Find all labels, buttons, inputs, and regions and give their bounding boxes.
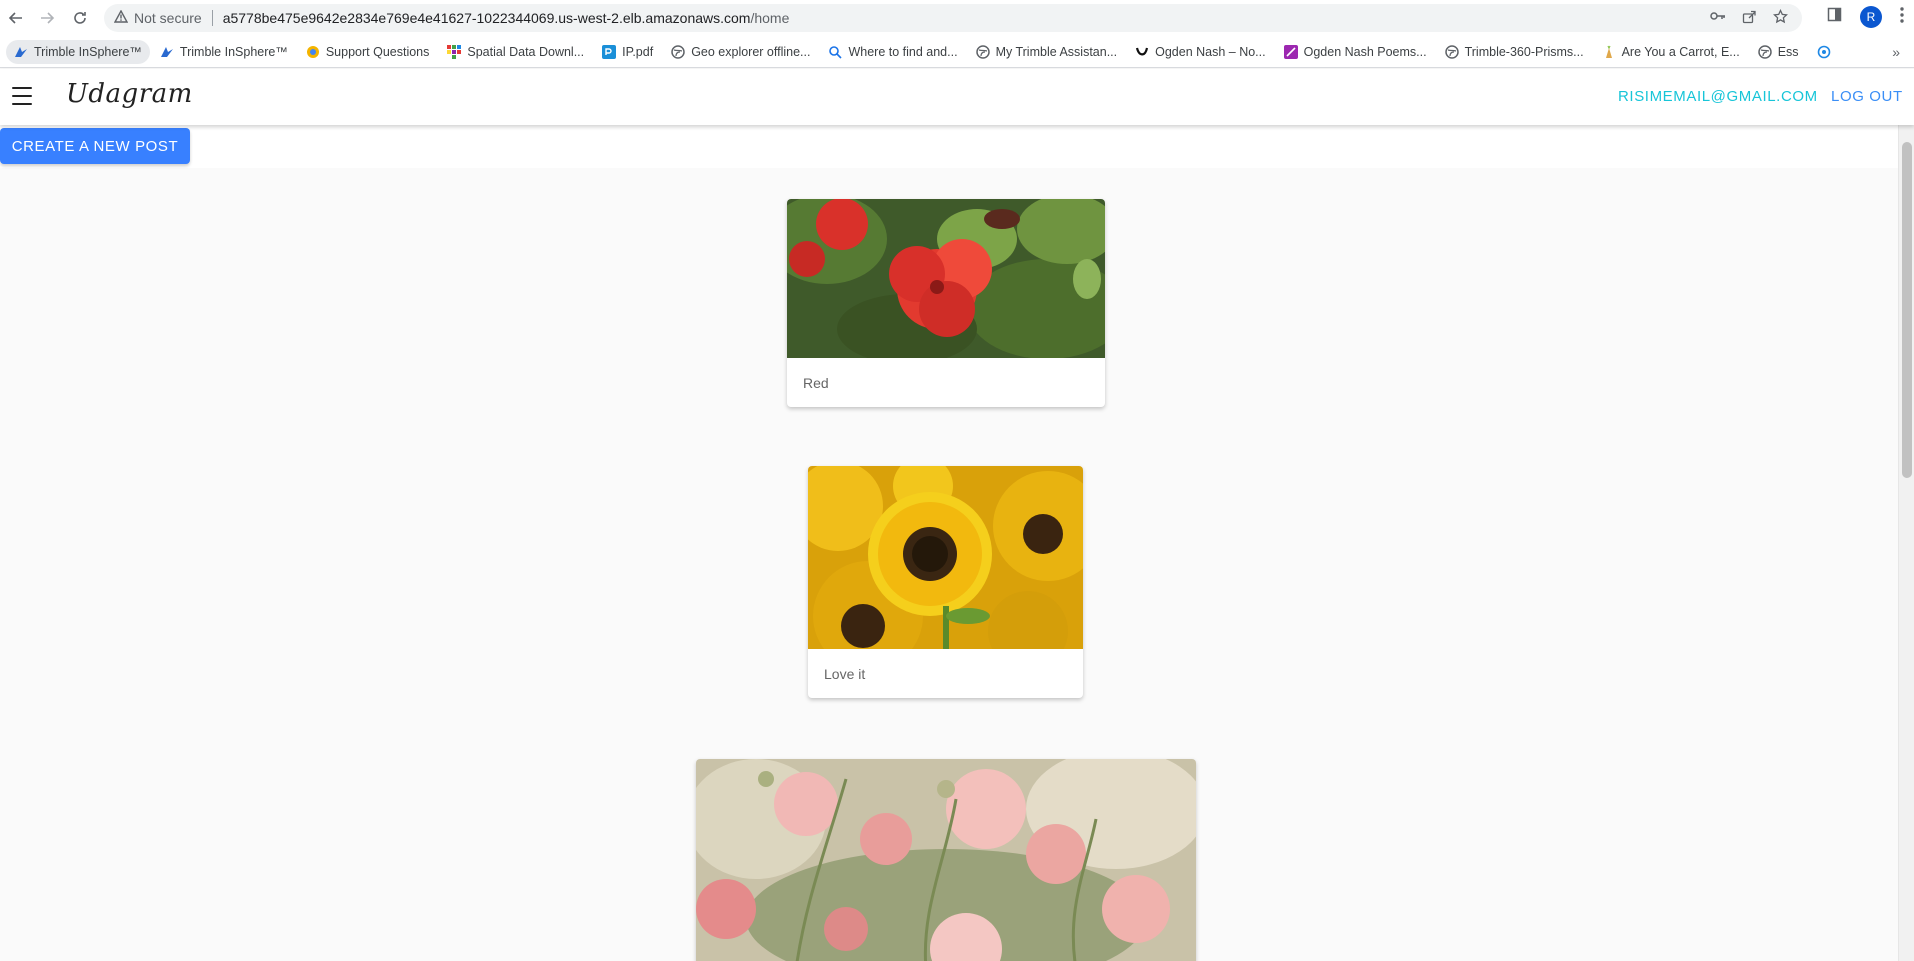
bookmark-label: My Trimble Assistan... [995,44,1118,59]
bookmark-item[interactable]: Ess [1750,40,1807,64]
pdf-icon [602,44,617,59]
url-host: a5778be475e9642e2834e769e4e41627-1022344… [222,10,751,26]
post-card[interactable]: Red [787,199,1105,407]
bookmark-item[interactable]: Support Questions [298,40,438,64]
post-image [808,466,1083,649]
page-scrollbar[interactable] [1898,125,1914,961]
bookmark-label: Trimble InSphere™ [34,44,142,59]
bookmark-label: Ess [1777,44,1799,59]
warning-icon [113,9,129,26]
post-image [696,759,1196,961]
post-card[interactable]: Love it [808,466,1083,698]
create-post-button[interactable]: CREATE A NEW POST [0,128,190,164]
profile-avatar[interactable]: R [1860,6,1882,28]
scrollbar-thumb[interactable] [1902,142,1912,478]
nash-icon [1135,45,1149,59]
quill-icon [1283,44,1298,59]
url-path: /home [750,10,790,26]
post-caption: Red [803,374,829,391]
side-panel-icon[interactable] [1827,7,1842,27]
post-caption: Love it [824,665,866,682]
support-icon [306,45,320,59]
address-bar[interactable]: Not secure a5778be475e9642e2834e769e4e41… [104,4,1802,32]
bookmark-item[interactable]: My Trimble Assistan... [968,40,1126,64]
chevron-double-right-icon[interactable]: » [1892,44,1900,60]
bookmark-extra[interactable] [1809,40,1845,64]
carrot-icon [1602,45,1616,59]
divider [211,10,213,26]
post-card[interactable] [696,759,1196,961]
logout-button[interactable]: LOG OUT [1831,88,1903,105]
browser-toolbar: Not secure a5778be475e9642e2834e769e4e41… [0,0,1914,36]
bookmark-item[interactable]: Trimble InSphere™ [6,39,150,64]
globe-icon [1757,44,1772,59]
bookmark-label: Spatial Data Downl... [467,44,585,59]
bookmark-label: Where to find and... [848,44,958,59]
bookmark-item[interactable]: Ogden Nash Poems... [1276,40,1435,64]
bookmark-label: Geo explorer offline... [691,44,811,59]
bookmark-item[interactable]: Ogden Nash – No... [1127,40,1273,64]
grid-icon [447,44,462,59]
key-icon[interactable] [1710,9,1726,28]
bookmark-label: Trimble-360-Prisms... [1464,44,1584,59]
trimble-icon [160,45,174,59]
feed-content: CREATE A NEW POST Red Love it [0,125,1898,961]
app-header: Udagram RISIMEMAIL@GMAIL.COM LOG OUT [0,69,1914,125]
bookmark-label: Are You a Carrot, E... [1621,44,1740,59]
bookmark-label: Ogden Nash – No... [1155,44,1266,59]
bookmark-item[interactable]: Where to find and... [820,40,965,64]
back-icon[interactable] [4,6,28,30]
bookmarks-bar: Trimble InSphere™ Trimble InSphere™ Supp… [0,36,1914,68]
search-icon [828,45,843,59]
globe-icon [1444,44,1459,59]
bookmark-item[interactable]: Spatial Data Downl... [439,40,592,64]
bookmark-item[interactable]: Trimble InSphere™ [152,40,296,64]
bookmark-label: Trimble InSphere™ [179,44,288,59]
trimble-icon [14,45,28,59]
bookmark-label: Support Questions [325,44,430,59]
bookmark-item[interactable]: Are You a Carrot, E... [1594,40,1748,64]
globe-icon [671,44,685,59]
hamburger-menu-icon[interactable] [12,87,32,105]
user-email-link[interactable]: RISIMEMAIL@GMAIL.COM [1618,88,1818,105]
bookmark-item[interactable]: Geo explorer offline... [663,40,818,64]
post-image [787,199,1105,358]
not-secure-label[interactable]: Not secure [134,10,202,26]
bookmark-label: Ogden Nash Poems... [1303,44,1427,59]
bookmark-label: IP.pdf [622,44,654,59]
forward-icon[interactable] [35,6,59,30]
globe-icon [975,44,990,59]
star-icon[interactable] [1773,8,1788,28]
bookmark-item[interactable]: Trimble-360-Prisms... [1437,40,1592,64]
more-vert-icon[interactable] [1900,6,1904,28]
share-icon[interactable] [1742,9,1757,28]
bookmark-item[interactable]: IP.pdf [594,40,661,64]
settings-flower-icon [1817,45,1831,59]
reload-icon[interactable] [68,6,92,30]
toolbar-strip [0,125,1898,168]
app-logo[interactable]: Udagram [66,79,193,109]
